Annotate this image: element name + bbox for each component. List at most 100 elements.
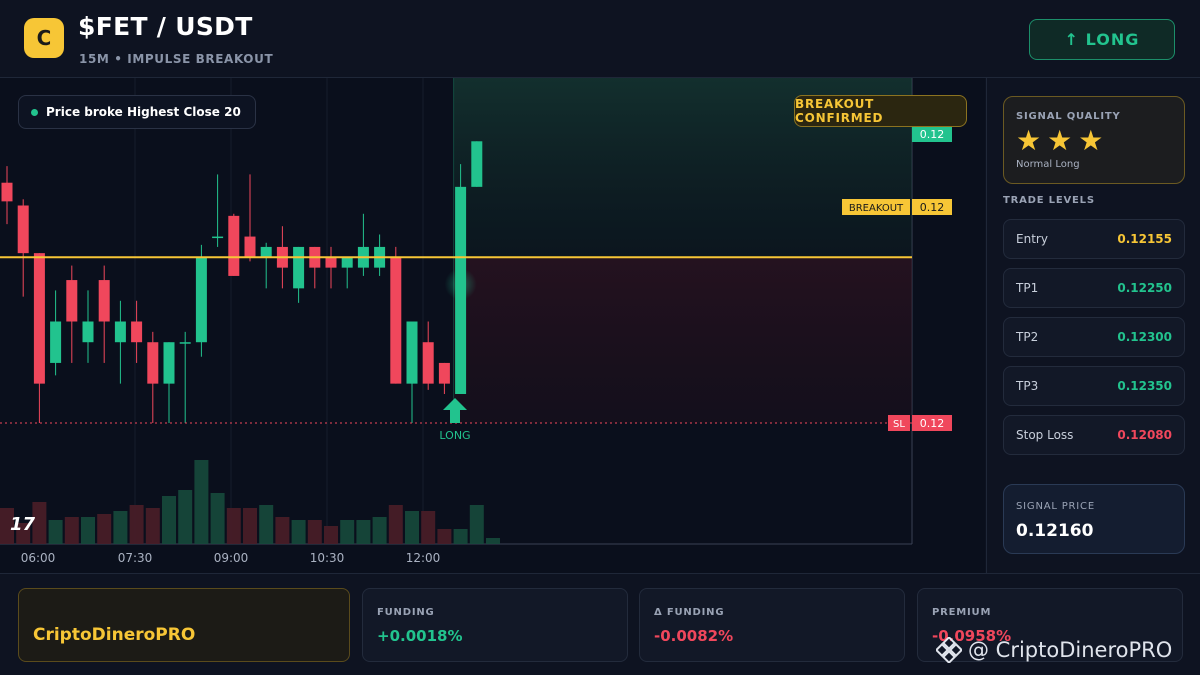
- trade-levels-label: TRADE LEVELS: [1003, 195, 1095, 206]
- volume-bar: [291, 520, 306, 544]
- candle-body: [131, 321, 143, 343]
- level-entry: Entry 0.12155: [1003, 219, 1185, 259]
- candle-body: [438, 362, 450, 384]
- quality-stars: ★ ★ ★: [1016, 125, 1103, 157]
- star-icon: ★: [1047, 124, 1073, 157]
- signal-panel: SIGNAL QUALITY ★ ★ ★ Normal Long TRADE L…: [986, 78, 1200, 573]
- candle-body: [33, 253, 45, 384]
- x-tick-label: 09:00: [214, 551, 249, 565]
- level-tp2: TP2 0.12300: [1003, 317, 1185, 357]
- volume-bar: [486, 538, 500, 544]
- tradingview-logo-icon: 17: [10, 514, 36, 535]
- candle-body: [147, 342, 159, 384]
- volume-bar: [372, 517, 387, 544]
- top-price-tag-text: 0.12: [920, 128, 945, 141]
- pair-subtitle: 15M • IMPULSE BREAKOUT: [79, 52, 274, 66]
- long-signal-button[interactable]: ↑ LONG: [1029, 19, 1175, 60]
- candle-body: [98, 280, 110, 322]
- volume-bar: [226, 508, 241, 544]
- volume-bar: [243, 508, 257, 544]
- breakout-tag: BREAKOUT 0.12: [842, 199, 952, 215]
- candles: [1, 141, 483, 423]
- volume-bar: [388, 505, 403, 544]
- volume-bar: [81, 517, 95, 544]
- price-chart[interactable]: 06:00 07:30 09:00 10:30 12:00 0.12 BREAKOUT …: [0, 78, 985, 573]
- volume-bar: [275, 517, 290, 544]
- candle-body: [228, 215, 240, 276]
- level-value: 0.12350: [1117, 379, 1172, 393]
- brand-logo: C: [24, 18, 64, 58]
- candle-body: [1, 182, 13, 202]
- volume-bar: [113, 511, 128, 544]
- candle-body: [17, 205, 29, 254]
- candle-body: [114, 321, 126, 343]
- level-tp3: TP3 0.12350: [1003, 366, 1185, 406]
- status-dot-icon: [31, 108, 38, 116]
- watermark: @ CriptoDineroPRO: [936, 637, 1172, 663]
- volume-bar: [97, 514, 112, 544]
- sl-tag-label: SL: [893, 419, 905, 430]
- brand-card: CriptoDineroPRO: [18, 588, 350, 662]
- volume-bar: [453, 529, 468, 544]
- volume-bar: [64, 517, 79, 544]
- volume-bar: [340, 520, 355, 544]
- x-tick-label: 07:30: [118, 551, 153, 565]
- stat-label: FUNDING: [377, 607, 435, 618]
- volume-bar: [324, 526, 338, 544]
- volume-bar: [162, 496, 176, 544]
- volume-bar: [307, 520, 322, 544]
- level-name: TP3: [1016, 379, 1039, 393]
- candle-body: [406, 321, 418, 384]
- candle-body: [390, 257, 402, 384]
- volume-bar: [129, 505, 144, 544]
- x-tick-label: 06:00: [21, 551, 56, 565]
- candle-body: [212, 236, 224, 239]
- volume-bar: [421, 511, 436, 544]
- volume-bar: [178, 490, 193, 544]
- volume-bar: [48, 520, 63, 544]
- delta-funding-card: Δ FUNDING -0.0082%: [639, 588, 905, 662]
- volume-bar: [405, 511, 419, 544]
- star-icon: ★: [1016, 124, 1042, 157]
- stat-value: -0.0082%: [654, 627, 734, 645]
- trade-zones: [444, 78, 912, 423]
- candle-body: [82, 321, 94, 343]
- level-tp1: TP1 0.12250: [1003, 268, 1185, 308]
- volume-bar: [259, 505, 274, 544]
- binance-icon: [936, 637, 962, 663]
- signal-quality-card: SIGNAL QUALITY ★ ★ ★ Normal Long: [1003, 96, 1185, 184]
- candle-body: [422, 342, 434, 384]
- breakout-confirmed-badge: BREAKOUT CONFIRMED: [794, 95, 967, 127]
- level-name: TP2: [1016, 330, 1039, 344]
- signal-quality-text: Normal Long: [1016, 159, 1080, 170]
- funding-card: FUNDING +0.0018%: [362, 588, 628, 662]
- candle-body: [195, 257, 207, 343]
- sl-tag: SL 0.12: [888, 415, 952, 431]
- watermark-text: @ CriptoDineroPRO: [968, 638, 1173, 662]
- stat-label: PREMIUM: [932, 607, 992, 618]
- breakout-note-text: Price broke Highest Close 20: [46, 105, 241, 119]
- volume-bar: [145, 508, 160, 544]
- volume-bar: [437, 529, 452, 544]
- candle-body: [50, 321, 62, 363]
- breakout-note: Price broke Highest Close 20: [18, 95, 256, 129]
- level-name: Entry: [1016, 232, 1048, 246]
- breakout-tag-label: BREAKOUT: [849, 203, 904, 214]
- candle-body: [163, 342, 175, 384]
- signal-quality-label: SIGNAL QUALITY: [1016, 111, 1121, 122]
- long-marker-label: LONG: [439, 429, 470, 442]
- candle-body: [244, 236, 256, 258]
- stat-label: Δ FUNDING: [654, 607, 725, 618]
- level-name: Stop Loss: [1016, 428, 1074, 442]
- candle-body: [341, 257, 353, 268]
- level-name: TP1: [1016, 281, 1039, 295]
- candlestick-chart[interactable]: 06:00 07:30 09:00 10:30 12:00 0.12 BREAKOUT …: [0, 78, 985, 573]
- stat-value: +0.0018%: [377, 627, 463, 645]
- candle-body: [471, 141, 483, 187]
- signal-price-label: SIGNAL PRICE: [1016, 501, 1095, 512]
- sl-tag-price: 0.12: [920, 417, 945, 430]
- signal-price-card: SIGNAL PRICE 0.12160: [1003, 484, 1185, 554]
- level-value: 0.12250: [1117, 281, 1172, 295]
- level-value: 0.12155: [1117, 232, 1172, 246]
- x-tick-label: 12:00: [406, 551, 441, 565]
